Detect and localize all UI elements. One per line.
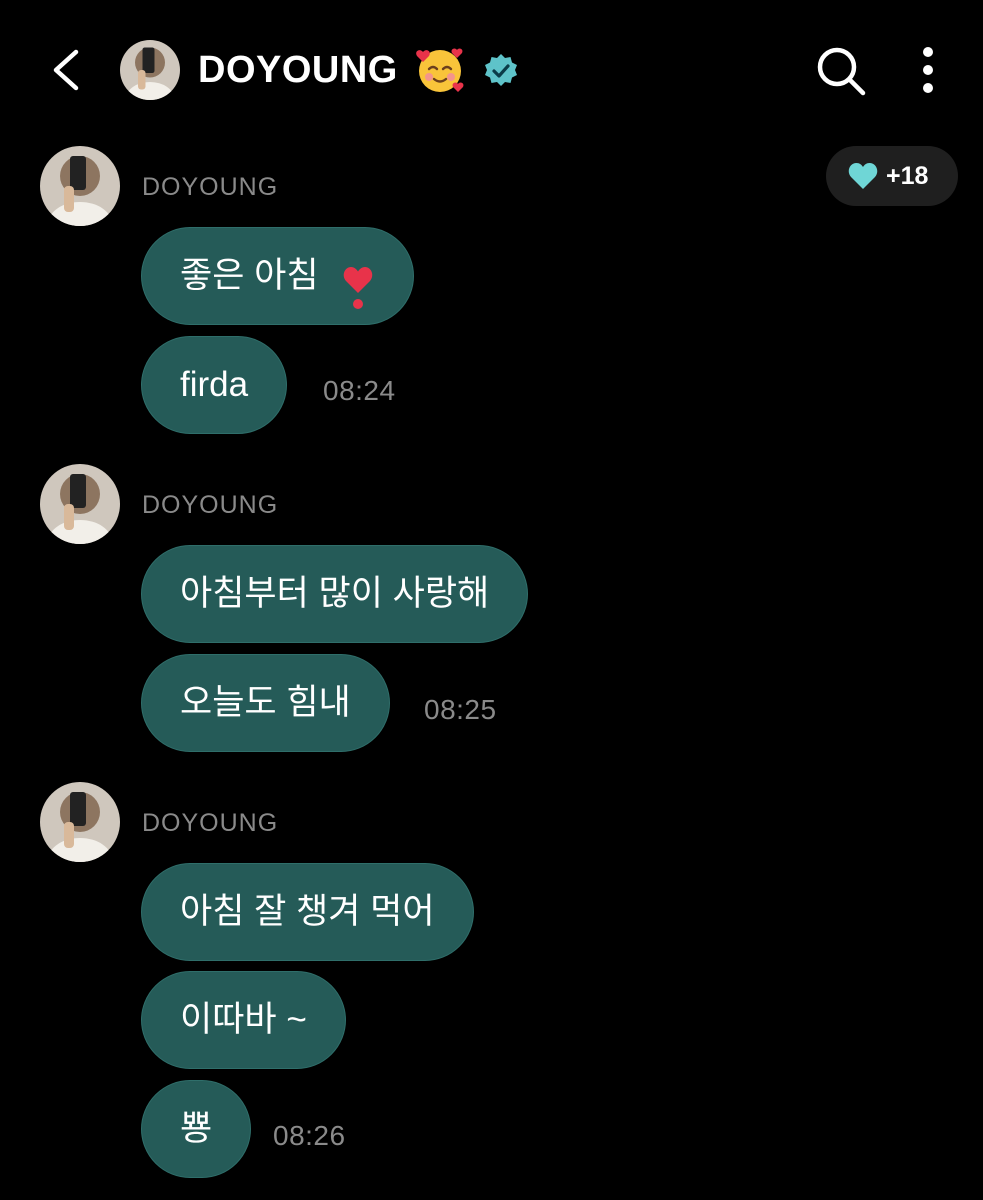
- message-text: 이따바 ~: [180, 1000, 307, 1039]
- message-time: 08:26: [273, 1120, 346, 1151]
- message-bubble[interactable]: 뿅: [141, 1080, 252, 1178]
- message-bubble[interactable]: 아침 잘 챙겨 먹어: [141, 863, 474, 961]
- avatar[interactable]: [40, 464, 120, 544]
- sender-name: DOYOUNG: [142, 809, 279, 837]
- chat-header: DOYOUNG: [0, 0, 983, 140]
- header-avatar[interactable]: [120, 40, 180, 100]
- smiling-face-with-hearts-icon: [414, 44, 466, 96]
- more-vertical-icon: [923, 47, 933, 93]
- more-options-button[interactable]: [910, 44, 946, 98]
- heart-icon: [848, 163, 878, 189]
- message-text: 아침 잘 챙겨 먹어: [180, 892, 435, 931]
- reaction-button[interactable]: +18: [826, 146, 958, 206]
- sender-name: DOYOUNG: [142, 173, 279, 201]
- reaction-count: +18: [886, 162, 929, 190]
- message-time: 08:25: [424, 694, 497, 725]
- message-text: firda: [180, 365, 249, 404]
- chat-title: DOYOUNG: [198, 49, 398, 91]
- message-bubble[interactable]: 아침부터 많이 사랑해: [141, 545, 529, 643]
- message-bubble[interactable]: 좋은 아침: [141, 227, 414, 325]
- verified-badge-icon: [482, 52, 520, 90]
- search-button[interactable]: [814, 44, 868, 98]
- message-text: 아침부터 많이 사랑해: [180, 574, 490, 613]
- message-bubble[interactable]: 오늘도 힘내: [141, 654, 390, 752]
- message-text: 뿅: [180, 1109, 213, 1148]
- avatar[interactable]: [40, 146, 120, 226]
- chevron-left-icon: [53, 49, 79, 91]
- search-icon: [817, 47, 866, 96]
- message-text: 좋은 아침: [180, 256, 319, 295]
- message-time: 08:24: [323, 375, 396, 406]
- avatar[interactable]: [40, 782, 120, 862]
- message-text: 오늘도 힘내: [180, 683, 351, 722]
- heart-exclamation-icon: [341, 252, 375, 309]
- sender-name: DOYOUNG: [142, 491, 279, 519]
- message-bubble[interactable]: 이따바 ~: [141, 971, 346, 1069]
- message-bubble[interactable]: firda: [141, 336, 288, 434]
- back-button[interactable]: [44, 46, 92, 94]
